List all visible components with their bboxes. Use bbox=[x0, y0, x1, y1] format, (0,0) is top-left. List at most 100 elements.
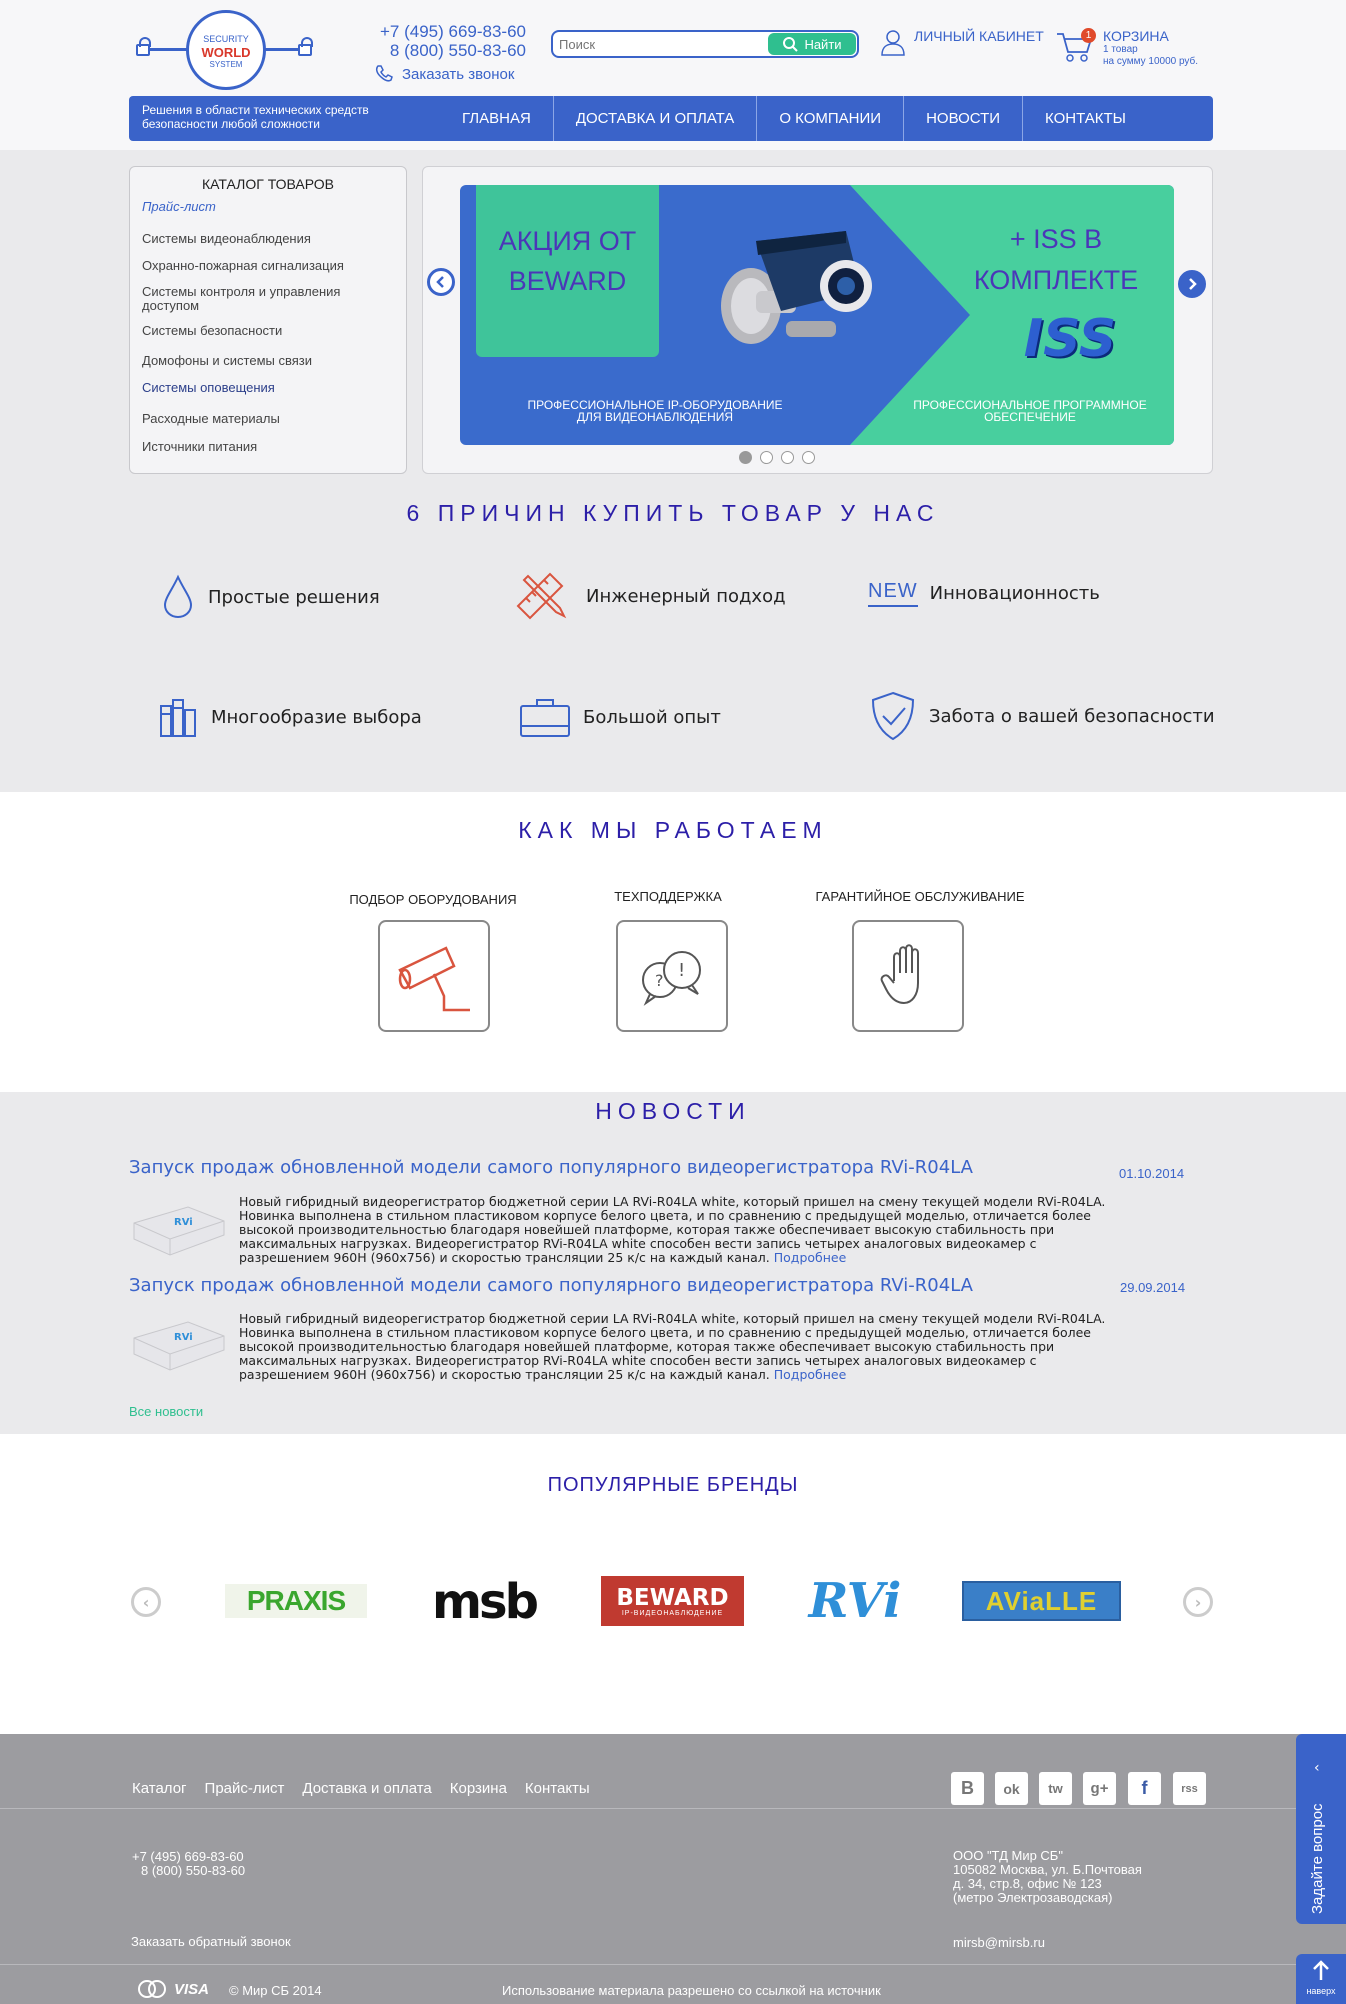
footer-callback-link[interactable]: Заказать обратный звонок bbox=[131, 1935, 291, 1949]
slider-dot-3[interactable] bbox=[781, 451, 794, 464]
cart-count-badge: 1 bbox=[1081, 28, 1096, 43]
how-card-support[interactable]: ?! bbox=[616, 920, 728, 1032]
how-card-selection[interactable] bbox=[378, 920, 490, 1032]
search-button[interactable]: Найти bbox=[768, 33, 856, 55]
slider-next-button[interactable] bbox=[1178, 270, 1206, 298]
brands-next-button[interactable]: › bbox=[1183, 1587, 1213, 1617]
arrow-up-icon bbox=[1313, 1960, 1329, 1980]
camera-icon bbox=[721, 231, 872, 344]
account-label: ЛИЧНЫЙ КАБИНЕТ bbox=[914, 28, 1044, 44]
pricelist-link[interactable]: Прайс-лист bbox=[142, 199, 216, 214]
phone-main[interactable]: +7 (495) 669-83-60 bbox=[366, 22, 526, 41]
reason-engineering: Инженерный подход bbox=[514, 570, 786, 622]
footer-address-3: (метро Электрозаводская) bbox=[953, 1890, 1113, 1905]
footer-phone-tollfree[interactable]: 8 (800) 550-83-60 bbox=[141, 1864, 245, 1878]
catalog-item-security[interactable]: Системы безопасности bbox=[142, 324, 392, 338]
news-section-title: НОВОСТИ bbox=[595, 1098, 751, 1124]
order-call-link[interactable]: Заказать звонок bbox=[374, 64, 514, 84]
promo-banner[interactable]: АКЦИЯ ОТ BEWARD + ISS В КОМПЛЕКТЕ ISS ПР… bbox=[460, 185, 1174, 445]
news-image-2[interactable]: RVi bbox=[128, 1308, 228, 1378]
account-link[interactable]: ЛИЧНЫЙ КАБИНЕТ bbox=[880, 28, 1044, 56]
twitter-icon[interactable]: tw bbox=[1039, 1772, 1072, 1805]
facebook-icon[interactable]: f bbox=[1128, 1772, 1161, 1805]
catalog-item-alarm[interactable]: Охранно-пожарная сигнализация bbox=[142, 259, 392, 273]
briefcase-icon bbox=[520, 699, 570, 737]
catalog-item-intercom[interactable]: Домофоны и системы связи bbox=[142, 354, 392, 368]
brand-avialle[interactable]: AViaLLE bbox=[962, 1581, 1121, 1621]
nav-about[interactable]: О КОМПАНИИ bbox=[757, 96, 905, 141]
reasons-title: 6 ПРИЧИН КУПИТЬ ТОВАР У НАС bbox=[406, 500, 940, 526]
brand-beward[interactable]: BEWARD IP-ВИДЕОНАБЛЮДЕНИЕ bbox=[601, 1576, 744, 1626]
ask-question-button[interactable]: ‹ Задайте вопрос bbox=[1296, 1734, 1346, 1924]
footer-link-delivery[interactable]: Доставка и оплата bbox=[302, 1780, 431, 1797]
scroll-top-label: наверх bbox=[1306, 1986, 1336, 1996]
slider-dot-4[interactable] bbox=[802, 451, 815, 464]
brand-rvi[interactable]: RVi bbox=[805, 1572, 905, 1630]
footer-email[interactable]: mirsb@mirsb.ru bbox=[953, 1936, 1045, 1950]
hand-icon bbox=[880, 944, 919, 1005]
footer-address-1: 105082 Москва, ул. Б.Почтовая bbox=[953, 1862, 1142, 1877]
catalog-item-power[interactable]: Источники питания bbox=[142, 440, 392, 454]
brand-msb[interactable]: msb bbox=[428, 1574, 540, 1630]
brands-prev-button[interactable]: ‹ bbox=[131, 1587, 161, 1617]
slider-dot-1[interactable] bbox=[739, 451, 752, 464]
catalog-item-alert[interactable]: Системы оповещения bbox=[142, 381, 392, 395]
search-input[interactable] bbox=[559, 35, 769, 53]
promo-slider: АКЦИЯ ОТ BEWARD + ISS В КОМПЛЕКТЕ ISS ПР… bbox=[422, 166, 1213, 474]
news-text-2: Новый гибридный видеорегистратор бюджетн… bbox=[239, 1312, 1109, 1382]
how-label-warranty: ГАРАНТИЙНОЕ ОБСЛУЖИВАНИЕ bbox=[815, 889, 1025, 904]
news-image-1[interactable]: RVi bbox=[128, 1193, 228, 1263]
google-plus-icon[interactable]: g+ bbox=[1083, 1772, 1116, 1805]
payment-icons: VISA bbox=[136, 1980, 209, 1998]
footer-phone-main[interactable]: +7 (495) 669-83-60 bbox=[132, 1850, 244, 1864]
brand-msb-logo: msb bbox=[432, 1574, 539, 1630]
news-more-link-2[interactable]: Подробнее bbox=[774, 1367, 847, 1382]
reason-security: Забота о вашей безопасности bbox=[869, 690, 1215, 742]
slider-dot-2[interactable] bbox=[760, 451, 773, 464]
nav-home[interactable]: ГЛАВНАЯ bbox=[440, 96, 554, 141]
catalog-item-consumables[interactable]: Расходные материалы bbox=[142, 412, 392, 426]
news-date-1: 01.10.2014 bbox=[1119, 1166, 1185, 1181]
lock-icon bbox=[136, 37, 151, 56]
cart-widget[interactable]: 1 КОРЗИНА 1 товар на сумму 10000 руб. bbox=[1055, 28, 1198, 68]
site-footer: Каталог Прайс-лист Доставка и оплата Кор… bbox=[0, 1734, 1346, 2004]
footer-company: ООО "ТД Мир СБ" bbox=[953, 1848, 1063, 1863]
books-icon bbox=[160, 699, 196, 737]
ask-question-label: Задайте вопрос bbox=[1309, 1803, 1326, 1914]
shield-check-icon bbox=[871, 691, 915, 741]
footer-link-catalog[interactable]: Каталог bbox=[132, 1780, 187, 1797]
scroll-top-button[interactable]: наверх bbox=[1296, 1954, 1346, 2004]
catalog-sidebar: КАТАЛОГ ТОВАРОВ Прайс-лист Системы видео… bbox=[129, 166, 407, 474]
footer-link-cart[interactable]: Корзина bbox=[450, 1780, 507, 1797]
news-more-link-1[interactable]: Подробнее bbox=[774, 1250, 847, 1265]
svg-text:!: ! bbox=[678, 960, 685, 981]
brand-praxis[interactable]: PRAXIS bbox=[225, 1584, 367, 1618]
brand-rvi-logo: RVi bbox=[808, 1573, 902, 1629]
brand-praxis-logo: PRAXIS bbox=[246, 1585, 346, 1616]
phone-tollfree[interactable]: 8 (800) 550-83-60 bbox=[366, 41, 526, 60]
reason-experience: Большой опыт bbox=[519, 696, 721, 738]
banner-caption-left: ПРОФЕССИОНАЛЬНОЕ IP-ОБОРУДОВАНИЕ ДЛЯ ВИД… bbox=[527, 398, 783, 424]
footer-address-2: д. 34, стр.8, офис № 123 bbox=[953, 1876, 1102, 1891]
how-card-warranty[interactable] bbox=[852, 920, 964, 1032]
footer-link-contacts[interactable]: Контакты bbox=[525, 1780, 590, 1797]
nav-news[interactable]: НОВОСТИ bbox=[904, 96, 1024, 141]
slider-prev-button[interactable] bbox=[427, 268, 455, 296]
catalog-item-video[interactable]: Системы видеонаблюдения bbox=[142, 232, 392, 246]
site-logo[interactable]: SECURITY WORLD SYSTEM bbox=[136, 10, 316, 90]
vk-icon[interactable]: В bbox=[951, 1772, 984, 1805]
rss-icon[interactable]: rss bbox=[1173, 1772, 1206, 1805]
header-phones: +7 (495) 669-83-60 8 (800) 550-83-60 bbox=[366, 22, 526, 60]
nav-delivery[interactable]: ДОСТАВКА И ОПЛАТА bbox=[554, 96, 758, 141]
odnoklassniki-icon[interactable]: ok bbox=[995, 1772, 1028, 1805]
news-title-1[interactable]: Запуск продаж обновленной модели самого … bbox=[129, 1157, 1029, 1178]
news-title-2[interactable]: Запуск продаж обновленной модели самого … bbox=[129, 1275, 1029, 1296]
footer-divider bbox=[0, 1808, 1300, 1809]
catalog-item-access[interactable]: Системы контроля и управления доступом bbox=[142, 285, 392, 313]
reason-label: Простые решения bbox=[208, 586, 380, 608]
all-news-link[interactable]: Все новости bbox=[129, 1404, 203, 1419]
site-tagline: Решения в области технических средств бе… bbox=[142, 103, 369, 131]
logo-text-security: SECURITY bbox=[203, 34, 249, 44]
footer-link-pricelist[interactable]: Прайс-лист bbox=[205, 1780, 285, 1797]
nav-contacts[interactable]: КОНТАКТЫ bbox=[1023, 96, 1148, 141]
